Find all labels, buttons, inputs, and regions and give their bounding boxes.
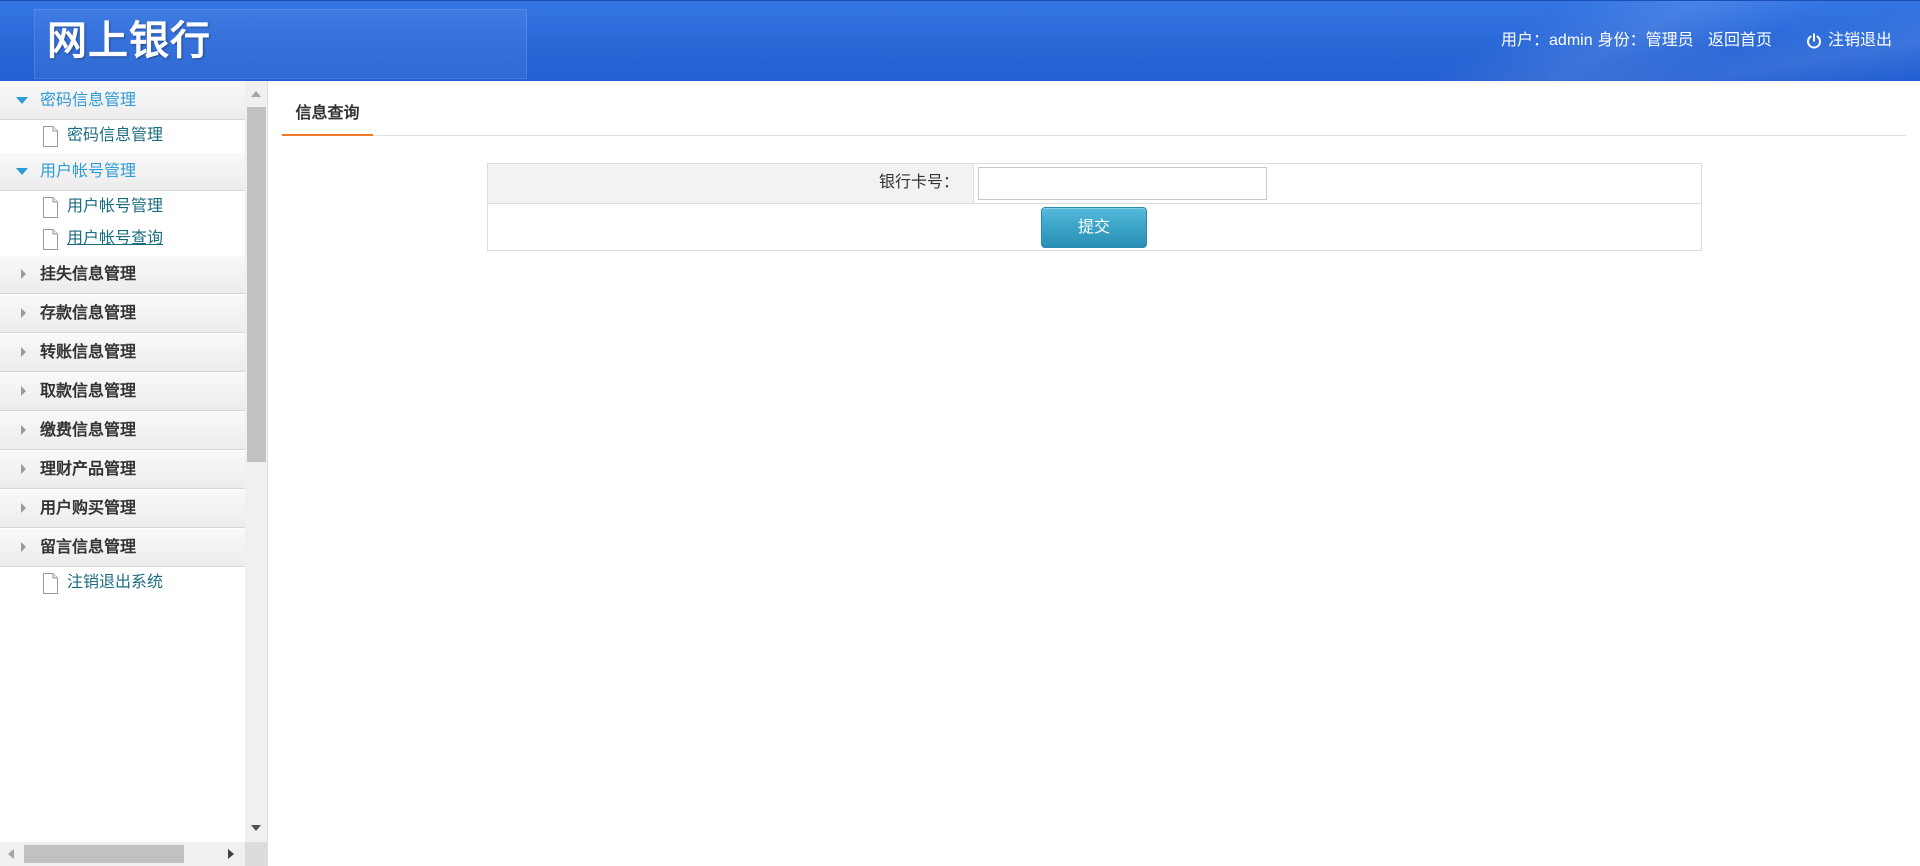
document-icon xyxy=(42,126,59,147)
home-link[interactable]: 返回首页 xyxy=(1708,31,1772,51)
sidebar-item-password-management[interactable]: 密码信息管理 xyxy=(0,120,245,152)
vertical-scroll-thumb[interactable] xyxy=(247,107,266,462)
tab-bar: 信息查询 xyxy=(282,81,1906,136)
sidebar-group-password[interactable]: 密码信息管理 xyxy=(0,81,245,120)
user-label: 用户： xyxy=(1501,32,1550,49)
sidebar-group-wealth-products[interactable]: 理财产品管理 xyxy=(0,450,245,489)
scrollbar-corner xyxy=(245,842,267,866)
scroll-left-arrow-icon[interactable] xyxy=(8,849,14,859)
sidebar-group-transfer[interactable]: 转账信息管理 xyxy=(0,333,245,372)
document-icon xyxy=(42,197,59,218)
sidebar-item-label: 用户帐号管理 xyxy=(67,198,164,215)
app-title: 网上银行 xyxy=(47,19,211,63)
caret-down-icon xyxy=(16,97,28,104)
sidebar-group-label: 存款信息管理 xyxy=(40,305,137,322)
sidebar-group-deposit[interactable]: 存款信息管理 xyxy=(0,294,245,333)
document-icon xyxy=(42,229,59,250)
sidebar-item-label: 用户帐号查询 xyxy=(67,230,164,247)
scroll-right-arrow-icon[interactable] xyxy=(228,849,234,859)
power-icon xyxy=(1807,33,1821,49)
horizontal-scroll-thumb[interactable] xyxy=(24,845,184,863)
sidebar-group-label: 留言信息管理 xyxy=(40,539,137,556)
bank-card-label: 银行卡号： xyxy=(488,164,974,203)
sidebar-group-label: 用户购买管理 xyxy=(40,500,137,517)
form-row-actions: 提交 xyxy=(488,203,1701,250)
sidebar-item-label: 密码信息管理 xyxy=(67,127,164,144)
caret-right-icon xyxy=(21,269,26,279)
sidebar-group-label: 缴费信息管理 xyxy=(40,422,137,439)
role-label: 身份： xyxy=(1597,32,1646,49)
sidebar-horizontal-scrollbar[interactable] xyxy=(0,842,245,866)
tab-info-query[interactable]: 信息查询 xyxy=(282,101,373,136)
sidebar-item-label: 注销退出系统 xyxy=(67,574,164,591)
logout-label: 注销退出 xyxy=(1828,32,1893,49)
sidebar-group-loss-report[interactable]: 挂失信息管理 xyxy=(0,255,245,294)
sidebar-group-label: 取款信息管理 xyxy=(40,383,137,400)
caret-right-icon xyxy=(21,347,26,357)
sidebar-group-label: 挂失信息管理 xyxy=(40,266,137,283)
bank-card-input[interactable] xyxy=(978,167,1267,200)
top-header: 网上银行 用户：admin 身份：管理员 返回首页 注销退出 xyxy=(0,0,1920,81)
caret-right-icon xyxy=(21,308,26,318)
sidebar-group-label: 密码信息管理 xyxy=(40,92,137,109)
sidebar-group-withdrawal[interactable]: 取款信息管理 xyxy=(0,372,245,411)
sidebar: 密码信息管理 密码信息管理 用户帐号管理 用户帐号管理 用户帐号查询 挂失信息管… xyxy=(0,81,245,842)
user-info: 用户：admin 身份：管理员 xyxy=(1501,31,1694,51)
username: admin xyxy=(1549,32,1593,49)
submit-button[interactable]: 提交 xyxy=(1041,207,1147,248)
caret-right-icon xyxy=(21,542,26,552)
sidebar-group-messages[interactable]: 留言信息管理 xyxy=(0,528,245,567)
sidebar-item-account-query[interactable]: 用户帐号查询 xyxy=(0,223,245,255)
caret-right-icon xyxy=(21,425,26,435)
sidebar-vertical-scrollbar[interactable] xyxy=(245,81,267,842)
main-content: 信息查询 银行卡号： 提交 xyxy=(267,81,1920,866)
logout-link[interactable]: 注销退出 xyxy=(1806,31,1892,51)
caret-right-icon xyxy=(21,386,26,396)
query-form: 银行卡号： 提交 xyxy=(487,163,1702,251)
document-icon xyxy=(42,573,59,594)
sidebar-group-payment[interactable]: 缴费信息管理 xyxy=(0,411,245,450)
sidebar-group-user-purchases[interactable]: 用户购买管理 xyxy=(0,489,245,528)
form-row-bank-card: 银行卡号： xyxy=(488,164,1701,203)
scroll-down-arrow-icon[interactable] xyxy=(251,825,261,831)
sidebar-item-account-management[interactable]: 用户帐号管理 xyxy=(0,191,245,223)
sidebar-group-label: 理财产品管理 xyxy=(40,461,137,478)
sidebar-group-label: 转账信息管理 xyxy=(40,344,137,361)
caret-right-icon xyxy=(21,503,26,513)
caret-right-icon xyxy=(21,464,26,474)
scroll-up-arrow-icon[interactable] xyxy=(251,91,261,97)
sidebar-group-label: 用户帐号管理 xyxy=(40,163,137,180)
sidebar-group-account[interactable]: 用户帐号管理 xyxy=(0,152,245,191)
sidebar-item-logout[interactable]: 注销退出系统 xyxy=(0,567,245,599)
role-value: 管理员 xyxy=(1645,32,1694,49)
caret-down-icon xyxy=(16,168,28,175)
